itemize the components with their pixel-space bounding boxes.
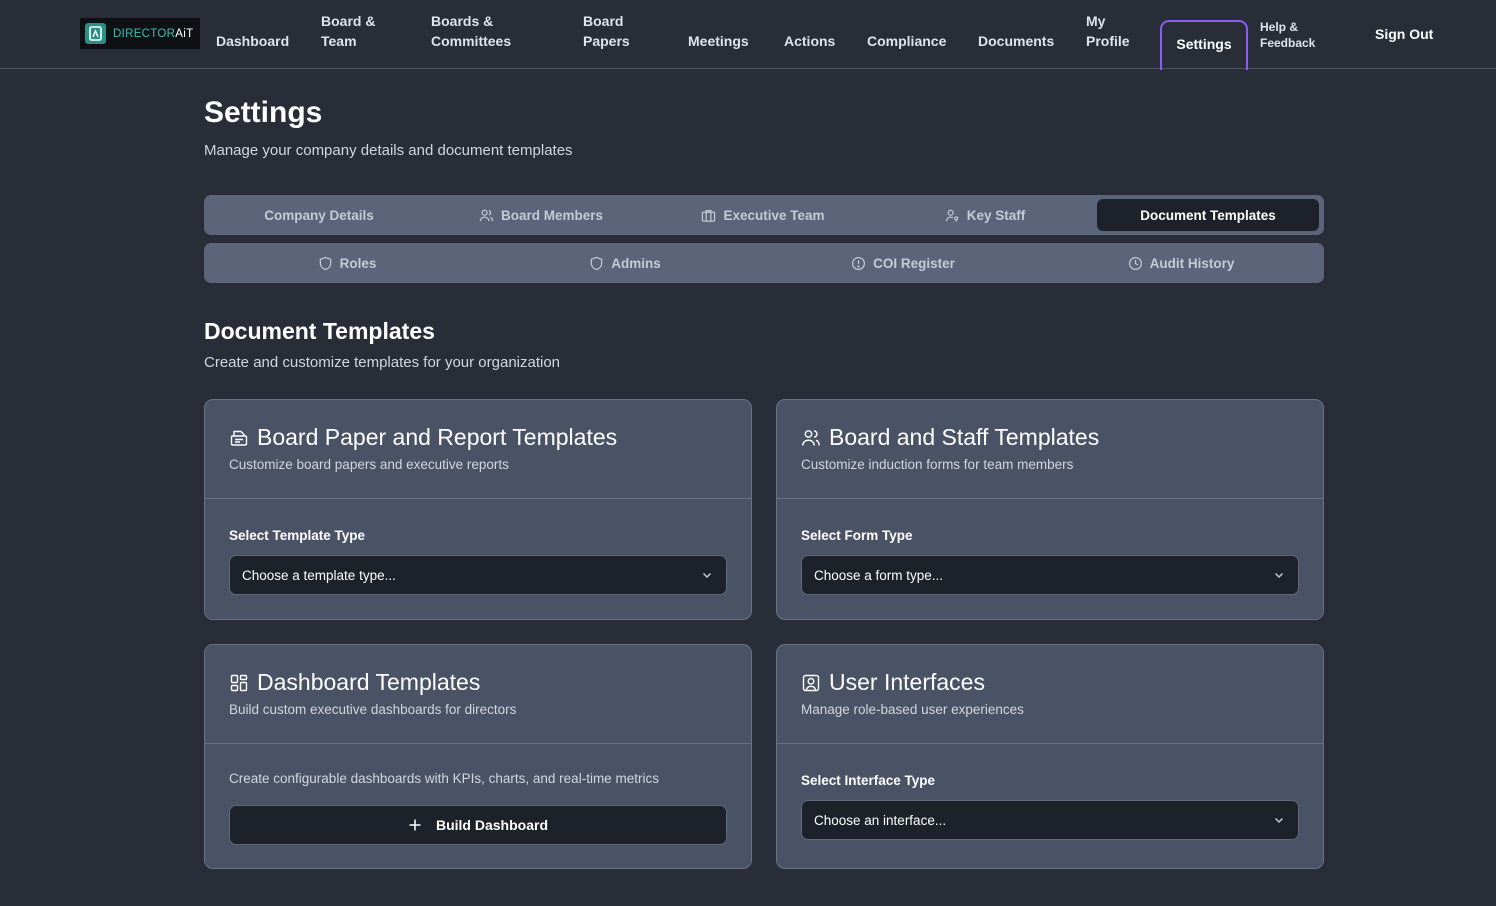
page-title: Settings [204,96,323,129]
card-title: Board and Staff Templates [801,424,1099,451]
tab-document-templates[interactable]: Document Templates [1097,199,1319,231]
brand-name: DIRECTORAiT [113,27,194,40]
document-stack-icon [230,430,248,446]
form-type-select[interactable]: Choose a form type... [801,555,1299,595]
top-navigation: DIRECTORAiT Dashboard Board & Team Boards… [0,0,1496,70]
card-title: User Interfaces [801,669,985,696]
plus-icon [409,819,421,831]
build-dashboard-button[interactable]: Build Dashboard [229,805,727,845]
nav-boards-committees[interactable]: Boards & Committees [431,11,511,51]
tab-roles[interactable]: Roles [208,247,486,279]
brand-logo[interactable]: DIRECTORAiT [80,18,200,49]
nav-compliance[interactable]: Compliance [867,31,946,51]
chevron-down-icon [1274,817,1284,824]
secondary-tab-bar: Roles Admins COI Register Audit History [204,243,1324,283]
tab-executive-team[interactable]: Executive Team [652,199,874,231]
tab-board-members[interactable]: Board Members [430,199,652,231]
card-description: Customize board papers and executive rep… [229,457,509,472]
nav-help-feedback[interactable]: Help & Feedback [1260,19,1315,51]
interface-type-label: Select Interface Type [801,773,936,788]
card-header: User Interfaces Manage role-based user e… [777,645,1323,744]
dashboard-info-text: Create configurable dashboards with KPIs… [229,771,659,786]
dashboard-templates-card: Dashboard Templates Build custom executi… [204,644,752,869]
card-description: Manage role-based user experiences [801,702,1024,717]
card-description: Build custom executive dashboards for di… [229,702,517,717]
alert-circle-icon [852,256,866,270]
sign-out-button[interactable]: Sign Out [1375,24,1433,44]
primary-tab-bar: Company Details Board Members Executive … [204,195,1324,235]
nav-my-profile[interactable]: My Profile [1086,11,1130,51]
select-placeholder: Choose a template type... [242,567,396,583]
page-subtitle: Manage your company details and document… [204,142,573,159]
logo-mark-icon [85,23,106,44]
section-title: Document Templates [204,318,435,344]
card-title: Board Paper and Report Templates [229,424,617,451]
section-subtitle: Create and customize templates for your … [204,354,561,371]
interface-type-select[interactable]: Choose an interface... [801,800,1299,840]
select-placeholder: Choose a form type... [814,567,944,583]
user-square-icon [802,674,820,691]
nav-settings[interactable]: Settings [1160,20,1248,70]
form-type-label: Select Form Type [801,528,913,543]
card-title: Dashboard Templates [229,669,480,696]
select-placeholder: Choose an interface... [814,812,947,828]
briefcase-icon [702,209,716,222]
card-header: Dashboard Templates Build custom executi… [205,645,751,744]
nav-documents[interactable]: Documents [978,31,1054,51]
template-type-select[interactable]: Choose a template type... [229,555,727,595]
chevron-down-icon [1274,572,1284,579]
chevron-down-icon [702,572,712,579]
users-icon [802,429,820,446]
tab-audit-history[interactable]: Audit History [1042,247,1320,279]
template-type-label: Select Template Type [229,528,366,543]
nav-actions[interactable]: Actions [784,31,835,51]
nav-board-team[interactable]: Board & Team [321,11,375,51]
tab-coi-register[interactable]: COI Register [764,247,1042,279]
card-description: Customize induction forms for team membe… [801,457,1074,472]
nav-settings-label: Settings [1176,36,1232,52]
user-interfaces-card: User Interfaces Manage role-based user e… [776,644,1324,869]
nav-dashboard[interactable]: Dashboard [216,31,289,51]
shield-icon [590,256,603,270]
shield-icon [319,256,331,270]
tab-admins[interactable]: Admins [486,247,764,279]
grid-icon [230,674,248,691]
card-header: Board and Staff Templates Customize indu… [777,400,1323,499]
card-header: Board Paper and Report Templates Customi… [205,400,751,499]
nav-meetings[interactable]: Meetings [688,31,749,51]
board-paper-templates-card: Board Paper and Report Templates Customi… [204,399,752,620]
clock-icon [1128,256,1142,270]
user-key-icon [945,209,959,222]
tab-company-details[interactable]: Company Details [208,199,430,231]
nav-board-papers[interactable]: Board Papers [583,11,630,51]
board-staff-templates-card: Board and Staff Templates Customize indu… [776,399,1324,620]
users-icon [479,209,494,221]
tab-key-staff[interactable]: Key Staff [874,199,1096,231]
